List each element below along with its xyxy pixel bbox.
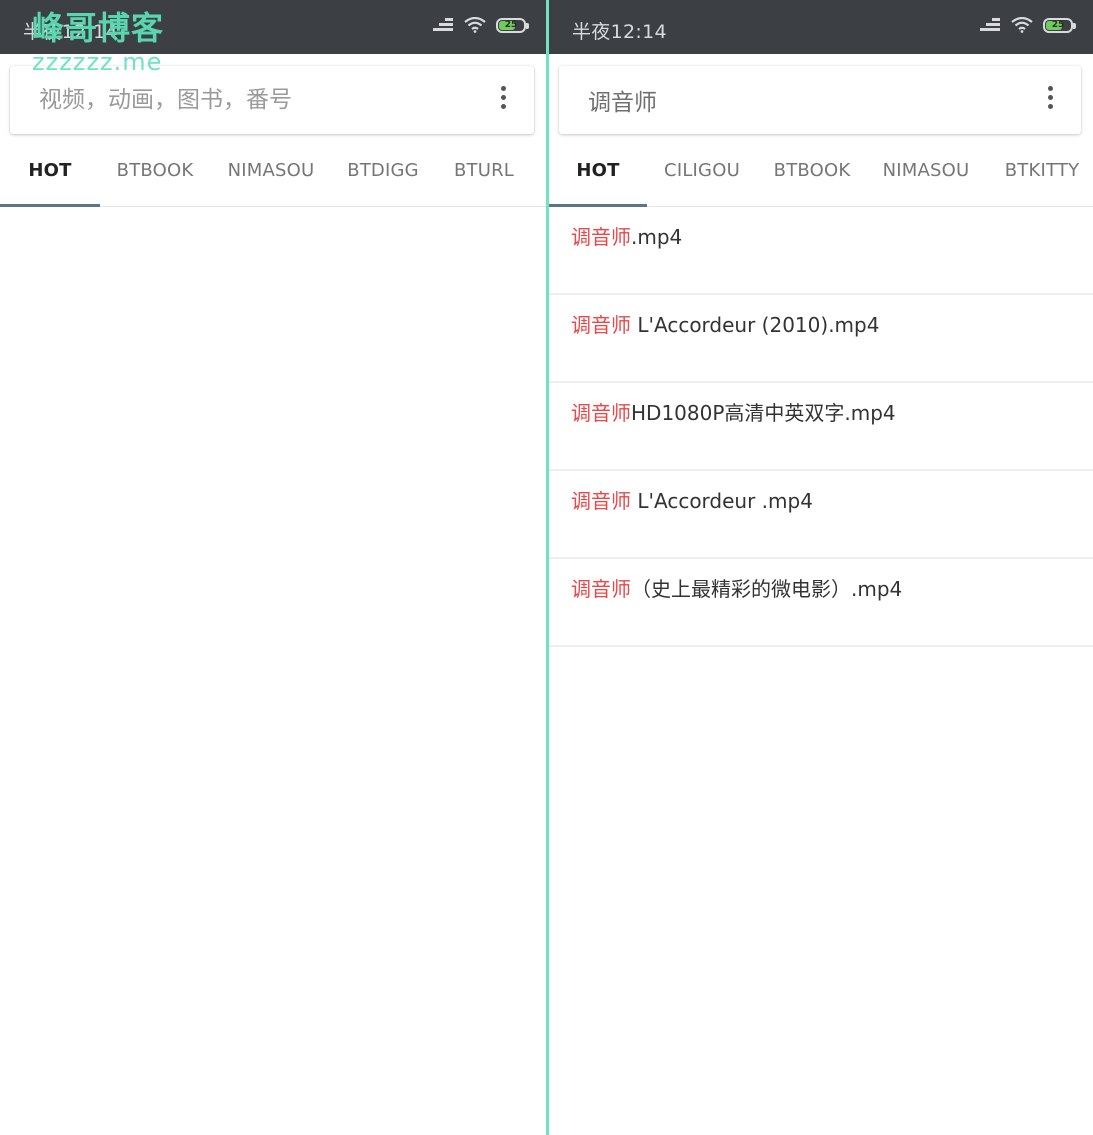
result-list: 调音师.mp4 调音师 L'Accordeur (2010).mp4 调音师HD… (549, 207, 1093, 647)
result-item[interactable]: 调音师 L'Accordeur .mp4 (549, 471, 1093, 559)
tab-nimasou[interactable]: NIMASOU (214, 136, 328, 206)
result-title-rest: HD1080P高清中英双字.mp4 (631, 401, 896, 425)
tab-indicator (0, 204, 100, 207)
source-tabs: HOT BTBOOK NIMASOU BTDIGG BTURL (0, 136, 546, 207)
status-time: 半夜12:14 (23, 21, 118, 43)
status-icons: 25 (979, 17, 1076, 33)
tab-btkitty[interactable]: BTKITTY (993, 136, 1091, 206)
tab-nimasou[interactable]: NIMASOU (869, 136, 983, 206)
search-input[interactable] (10, 79, 461, 121)
wifi-icon (464, 17, 486, 33)
source-tabs: HOT CILIGOU BTBOOK NIMASOU BTKITTY (549, 136, 1093, 207)
result-item[interactable]: 调音师.mp4 (549, 207, 1093, 295)
result-title-rest: （史上最精彩的微电影）.mp4 (631, 577, 903, 601)
status-time: 半夜12:14 (572, 21, 667, 43)
right-screen: 半夜12:14 25 HOT CILIGOU BTBOOK NIMASOU BT… (549, 0, 1093, 1135)
signal-icon (432, 17, 454, 33)
battery-level: 25 (504, 19, 518, 30)
search-area (549, 54, 1093, 136)
search-input[interactable] (559, 79, 1010, 121)
result-title-rest: L'Accordeur .mp4 (631, 489, 813, 513)
tab-indicator (549, 204, 647, 207)
result-item[interactable]: 调音师HD1080P高清中英双字.mp4 (549, 383, 1093, 471)
result-keyword: 调音师 (571, 313, 631, 337)
status-bar: 半夜12:14 25 (0, 0, 546, 54)
result-title-rest: L'Accordeur (2010).mp4 (631, 313, 880, 337)
tab-hot[interactable]: HOT (0, 136, 100, 206)
result-title-rest: .mp4 (631, 225, 683, 249)
status-icons: 25 (432, 17, 529, 33)
result-keyword: 调音师 (571, 401, 631, 425)
result-item[interactable]: 调音师 L'Accordeur (2010).mp4 (549, 295, 1093, 383)
battery-icon: 25 (1043, 17, 1076, 33)
battery-level: 25 (1051, 19, 1065, 30)
tab-hot[interactable]: HOT (549, 136, 647, 206)
tab-ciligou[interactable]: CILIGOU (651, 136, 753, 206)
tab-btbook[interactable]: BTBOOK (100, 136, 210, 206)
result-keyword: 调音师 (571, 489, 631, 513)
tab-btbook[interactable]: BTBOOK (757, 136, 867, 206)
search-area (0, 54, 546, 136)
status-bar: 半夜12:14 25 (549, 0, 1093, 54)
more-menu-icon[interactable] (1047, 86, 1053, 114)
tab-bturl[interactable]: BTURL (436, 136, 532, 206)
result-keyword: 调音师 (571, 225, 631, 249)
search-box (559, 66, 1081, 134)
left-screen: 半夜12:14 25 HOT BTBOOK NIMASOU BTDIGG BTU… (0, 0, 546, 1135)
tab-btdigg[interactable]: BTDIGG (330, 136, 436, 206)
wifi-icon (1011, 17, 1033, 33)
battery-icon: 25 (496, 17, 529, 33)
more-menu-icon[interactable] (500, 86, 506, 114)
signal-icon (979, 17, 1001, 33)
result-keyword: 调音师 (571, 577, 631, 601)
result-item[interactable]: 调音师（史上最精彩的微电影）.mp4 (549, 559, 1093, 647)
search-box (10, 66, 534, 134)
